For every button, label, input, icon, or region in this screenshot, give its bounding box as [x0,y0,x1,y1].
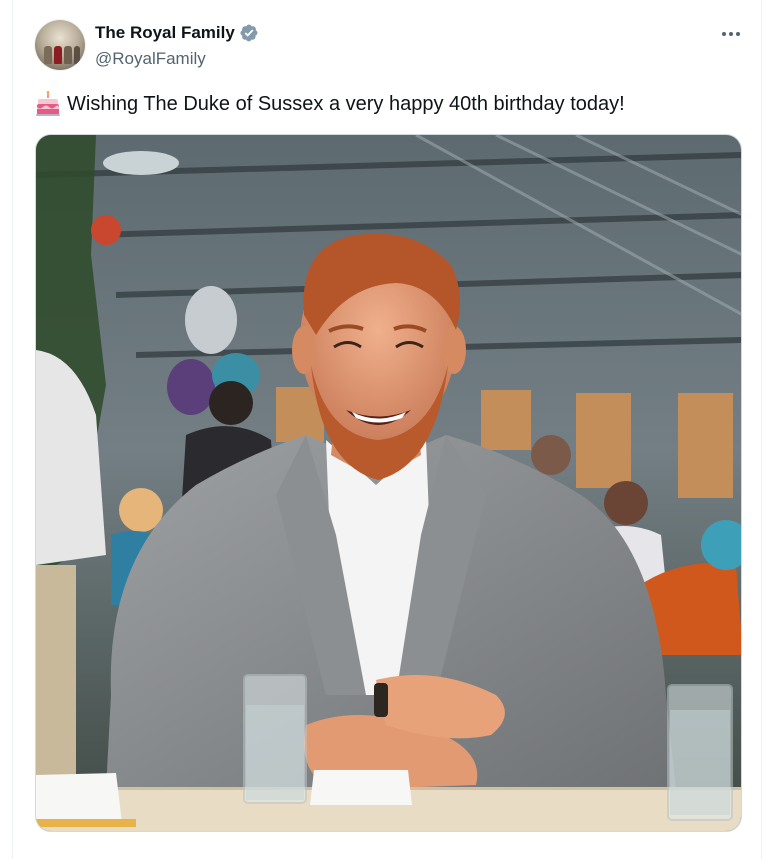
tweet-text: Wishing The Duke of Sussex a very happy … [67,93,625,115]
verified-badge-icon [240,24,258,42]
more-options-button[interactable] [719,22,743,46]
avatar-figure [64,46,72,64]
avatar-figure [44,46,52,64]
author-name[interactable]: The Royal Family [95,22,235,44]
profile-avatar[interactable] [35,20,85,70]
more-horizontal-icon [722,32,740,36]
birthday-cake-icon [36,91,60,116]
avatar-figure [54,46,62,64]
tweet-photo[interactable] [35,134,742,832]
photo-illustration [36,135,741,831]
tweet-text-row: Wishing The Duke of Sussex a very happy … [35,90,625,118]
avatar-figure [74,46,80,64]
tweet-card[interactable]: The Royal Family @RoyalFamily Wishing Th… [12,0,762,859]
author-handle[interactable]: @RoyalFamily [95,48,206,70]
author-name-row[interactable]: The Royal Family [95,22,259,44]
